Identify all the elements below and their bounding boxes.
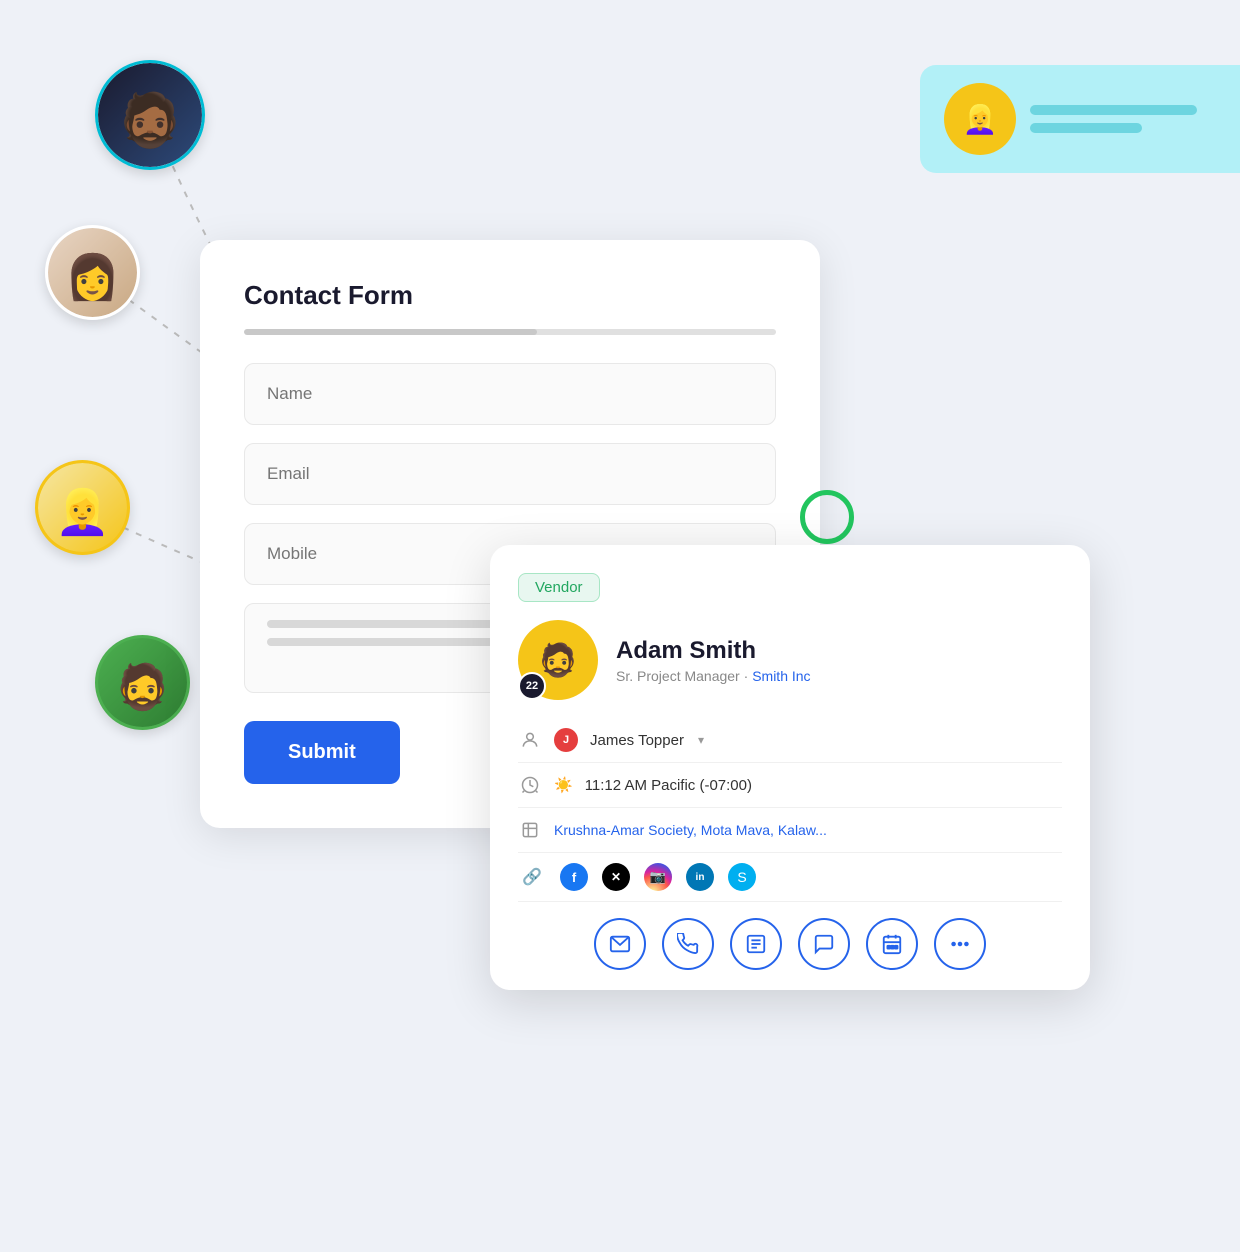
assignee-row: J James Topper ▾ bbox=[518, 718, 1062, 763]
profile-row: 🧔 22 Adam Smith Sr. Project Manager · Sm… bbox=[518, 620, 1062, 700]
top-right-preview-card: 👱‍♀️ bbox=[920, 65, 1240, 173]
social-link-icon[interactable]: 🔗 bbox=[518, 863, 546, 891]
action-buttons-row bbox=[518, 901, 1062, 970]
top-right-avatar: 👱‍♀️ bbox=[944, 83, 1016, 155]
assignee-name: James Topper bbox=[590, 732, 684, 749]
contact-detail-card: Vendor 🧔 22 Adam Smith Sr. Project Manag… bbox=[490, 545, 1090, 990]
location-row: Krushna-Amar Society, Mota Mava, Kalaw..… bbox=[518, 808, 1062, 853]
vendor-badge: Vendor bbox=[518, 573, 600, 602]
profile-dot: · bbox=[744, 668, 753, 684]
time-sun-icon: ☀️ bbox=[554, 776, 573, 794]
name-input[interactable] bbox=[244, 363, 776, 425]
profile-badge: 22 bbox=[518, 672, 546, 700]
social-linkedin-icon[interactable]: in bbox=[686, 863, 714, 891]
email-action-button[interactable] bbox=[594, 918, 646, 970]
social-instagram-icon[interactable]: 📷 bbox=[644, 863, 672, 891]
form-title: Contact Form bbox=[244, 280, 776, 311]
time-row: ☀️ 11:12 AM Pacific (-07:00) bbox=[518, 763, 1062, 808]
profile-info: Adam Smith Sr. Project Manager · Smith I… bbox=[616, 637, 811, 684]
profile-name: Adam Smith bbox=[616, 637, 811, 665]
form-progress-fill bbox=[244, 329, 537, 335]
assignee-avatar: J bbox=[554, 728, 578, 752]
calendar-action-button[interactable] bbox=[866, 918, 918, 970]
message-action-button[interactable] bbox=[798, 918, 850, 970]
assignee-chevron: ▾ bbox=[698, 733, 704, 747]
form-progress-bar bbox=[244, 329, 776, 335]
location-label: Krushna-Amar Society, Mota Mava, Kalaw..… bbox=[554, 822, 827, 838]
social-skype-icon[interactable]: S bbox=[728, 863, 756, 891]
submit-button[interactable]: Submit bbox=[244, 721, 400, 784]
green-circle-decoration bbox=[800, 490, 854, 544]
location-icon bbox=[518, 818, 542, 842]
profile-company: Smith Inc bbox=[752, 668, 810, 684]
notes-action-button[interactable] bbox=[730, 918, 782, 970]
profile-avatar-wrap: 🧔 22 bbox=[518, 620, 598, 700]
social-x-icon[interactable]: ✕ bbox=[602, 863, 630, 891]
call-action-button[interactable] bbox=[662, 918, 714, 970]
top-right-line-2 bbox=[1030, 123, 1142, 133]
top-right-line-1 bbox=[1030, 105, 1197, 115]
profile-title: Sr. Project Manager bbox=[616, 668, 740, 684]
top-right-content bbox=[1030, 105, 1216, 133]
social-facebook-icon[interactable]: f bbox=[560, 863, 588, 891]
email-input[interactable] bbox=[244, 443, 776, 505]
avatar-person2: 👩 bbox=[45, 225, 140, 320]
avatar-person4: 🧔 bbox=[95, 635, 190, 730]
avatar-person3: 👱‍♀️ bbox=[35, 460, 130, 555]
more-action-button[interactable] bbox=[934, 918, 986, 970]
time-icon bbox=[518, 773, 542, 797]
avatar-person1: 🧔🏾 bbox=[95, 60, 205, 170]
time-label: 11:12 AM Pacific (-07:00) bbox=[585, 777, 752, 794]
profile-subtitle: Sr. Project Manager · Smith Inc bbox=[616, 668, 811, 684]
assignee-icon bbox=[518, 728, 542, 752]
social-icons-row: 🔗 f ✕ 📷 in S bbox=[518, 853, 1062, 897]
